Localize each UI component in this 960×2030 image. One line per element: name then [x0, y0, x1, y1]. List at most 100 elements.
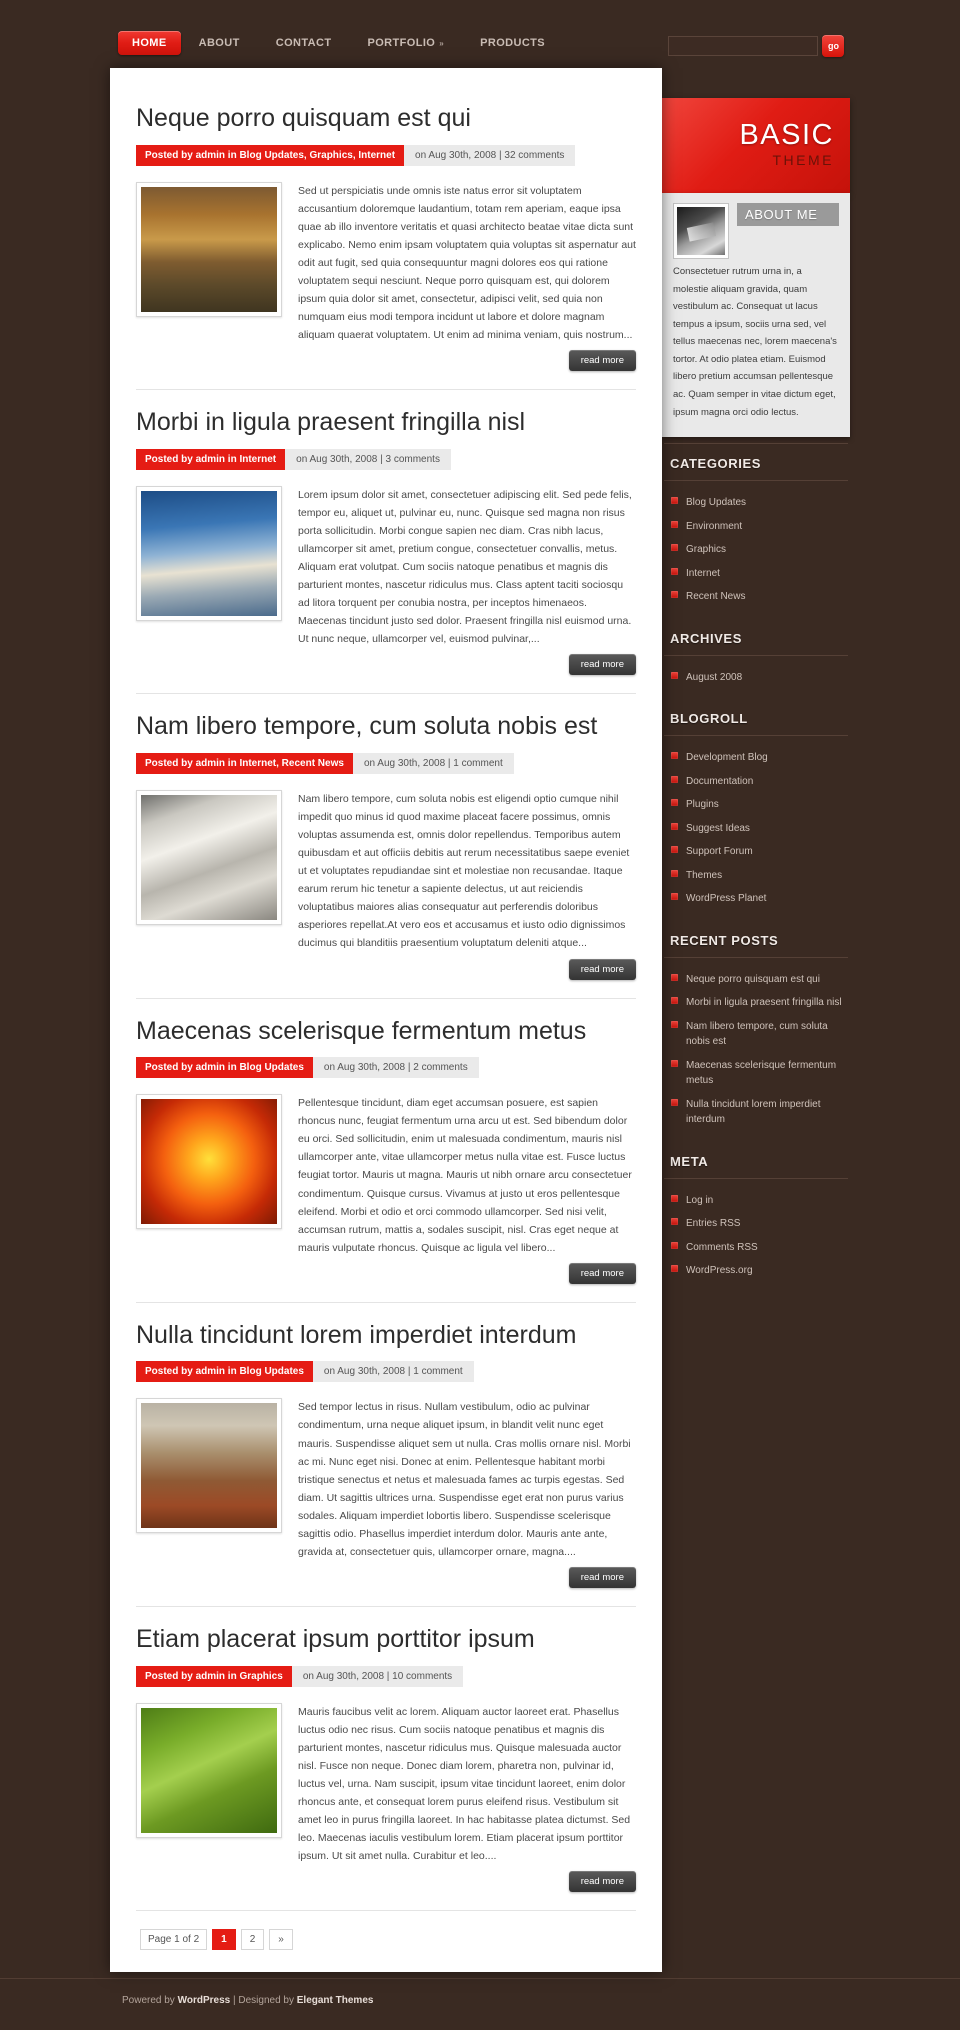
post-meta-author-categories: Posted by admin in Blog Updates, Graphic…	[136, 144, 405, 166]
post-meta-author-categories: Posted by admin in Blog Updates	[136, 1057, 313, 1079]
post-meta: Posted by admin in Blog Updates on Aug 3…	[136, 1361, 636, 1383]
read-more-button[interactable]: read more	[568, 958, 636, 980]
nav-item-label: CONTACT	[275, 37, 332, 49]
about-me-widget: ABOUT ME Consectetuer rutrum urna in, a …	[662, 193, 850, 438]
search-submit-button[interactable]: go	[822, 35, 844, 57]
pagination-page-2[interactable]: 2	[240, 1929, 265, 1951]
footer-prefix: Powered by	[122, 1995, 178, 2007]
post-excerpt: Nam libero tempore, cum soluta nobis est…	[298, 793, 630, 950]
list-item-label: Themes	[686, 869, 723, 881]
list-item-label: Graphics	[686, 544, 727, 556]
post-item: Nulla tincidunt lorem imperdiet interdum…	[136, 1303, 636, 1607]
list-item[interactable]: Themes	[670, 864, 848, 888]
post-item: Morbi in ligula praesent fringilla nisl …	[136, 390, 636, 695]
list-item[interactable]: Maecenas scelerisque fermentum metus	[670, 1054, 848, 1093]
list-item[interactable]: Neque porro quisquam est qui	[670, 968, 848, 992]
read-more-row: read more	[136, 350, 636, 372]
post-meta-date-comments: on Aug 30th, 2008 | 10 comments	[291, 1665, 464, 1687]
list-item[interactable]: Environment	[670, 515, 848, 539]
list-item[interactable]: Development Blog	[670, 746, 848, 770]
post-thumbnail[interactable]	[136, 1702, 282, 1838]
list-item[interactable]: Recent News	[670, 585, 848, 609]
footer-wordpress-link[interactable]: WordPress	[178, 1995, 231, 2006]
read-more-button[interactable]: read more	[568, 1566, 636, 1588]
post-meta-date-comments: on Aug 30th, 2008 | 2 comments	[312, 1057, 479, 1079]
bullet-icon	[671, 544, 678, 552]
post-meta: Posted by admin in Blog Updates, Graphic…	[136, 144, 636, 166]
content-column: Neque porro quisquam est qui Posted by a…	[110, 68, 662, 1973]
post-thumbnail[interactable]	[136, 485, 282, 621]
post-title[interactable]: Maecenas scelerisque fermentum metus	[136, 1017, 636, 1046]
list-item-label: Blog Updates	[686, 497, 747, 509]
nav-item-contact[interactable]: CONTACT	[258, 31, 350, 55]
list-item[interactable]: Nam libero tempore, cum soluta nobis est	[670, 1015, 848, 1054]
post-meta: Posted by admin in Graphics on Aug 30th,…	[136, 1665, 636, 1687]
post-excerpt: Sed tempor lectus in risus. Nullam vesti…	[298, 1401, 631, 1558]
widget-meta: META Log in Entries RSS Comments RSS Wor…	[662, 1142, 850, 1293]
list-item[interactable]: Plugins	[670, 793, 848, 817]
list-item[interactable]: Documentation	[670, 770, 848, 794]
about-me-header: ABOUT ME	[673, 203, 839, 259]
list-item[interactable]: August 2008	[670, 666, 848, 690]
green-dewdrop-leaf-photo	[141, 1707, 277, 1833]
read-more-row: read more	[136, 1262, 636, 1284]
list-item-label: WordPress.org	[686, 1265, 753, 1277]
nav-item-label: ABOUT	[198, 37, 240, 49]
nav-item-label: PORTFOLIO	[367, 37, 436, 49]
nav-item-home[interactable]: HOME	[118, 31, 181, 55]
nav-item-label: HOME	[132, 37, 167, 49]
list-item-label: Suggest Ideas	[686, 822, 750, 834]
post-title[interactable]: Etiam placerat ipsum porttitor ipsum	[136, 1625, 636, 1654]
post-thumbnail[interactable]	[136, 790, 282, 926]
post-item: Etiam placerat ipsum porttitor ipsum Pos…	[136, 1607, 636, 1912]
list-item[interactable]: Comments RSS	[670, 1236, 848, 1260]
read-more-button[interactable]: read more	[568, 654, 636, 676]
list-item-label: Plugins	[686, 799, 719, 811]
bullet-icon	[671, 869, 678, 877]
list-item[interactable]: Graphics	[670, 538, 848, 562]
read-more-button[interactable]: read more	[568, 1262, 636, 1284]
list-item[interactable]: Support Forum	[670, 840, 848, 864]
list-item[interactable]: Blog Updates	[670, 491, 848, 515]
read-more-button[interactable]: read more	[568, 1871, 636, 1893]
post-title[interactable]: Nulla tincidunt lorem imperdiet interdum	[136, 1321, 636, 1350]
widget-archives: ARCHIVES August 2008	[662, 619, 850, 700]
nav-item-portfolio[interactable]: PORTFOLIO»	[349, 31, 462, 55]
list-item[interactable]: Nulla tincidunt lorem imperdiet interdum	[670, 1093, 848, 1132]
pagination-next-button[interactable]: »	[269, 1929, 293, 1951]
read-more-row: read more	[136, 654, 636, 676]
search-input[interactable]	[668, 36, 818, 56]
list-item[interactable]: Log in	[670, 1189, 848, 1213]
site-logo[interactable]: BASIC THEME	[662, 98, 850, 193]
widget-title: ARCHIVES	[664, 619, 848, 656]
nav-item-about[interactable]: ABOUT	[181, 31, 258, 55]
list-item[interactable]: Suggest Ideas	[670, 817, 848, 841]
footer: Powered by WordPress | Designed by Elega…	[110, 1979, 850, 2030]
list-item[interactable]: WordPress.org	[670, 1259, 848, 1283]
list-item[interactable]: Internet	[670, 562, 848, 586]
pagination-page-1[interactable]: 1	[212, 1929, 236, 1951]
widget-title: RECENT POSTS	[664, 921, 848, 958]
nav-item-products[interactable]: PRODUCTS	[462, 31, 563, 55]
post-title[interactable]: Morbi in ligula praesent fringilla nisl	[136, 408, 636, 437]
post-meta-author-categories: Posted by admin in Blog Updates	[136, 1361, 313, 1383]
post-meta-date-comments: on Aug 30th, 2008 | 3 comments	[285, 448, 451, 470]
autumn-road-photo	[141, 186, 277, 312]
post-thumbnail[interactable]	[136, 1398, 282, 1534]
post-body: Sed tempor lectus in risus. Nullam vesti…	[136, 1398, 636, 1560]
list-item[interactable]: Entries RSS	[670, 1212, 848, 1236]
post-thumbnail[interactable]	[136, 181, 282, 317]
list-item[interactable]: Morbi in ligula praesent fringilla nisl	[670, 991, 848, 1015]
list-item[interactable]: WordPress Planet	[670, 887, 848, 911]
list-item-label: Development Blog	[686, 752, 768, 764]
post-thumbnail[interactable]	[136, 1094, 282, 1230]
widget-title: BLOGROLL	[664, 699, 848, 737]
post-title[interactable]: Nam libero tempore, cum soluta nobis est	[136, 712, 636, 741]
sunbeam-clouds-photo	[141, 490, 277, 616]
read-more-button[interactable]: read more	[568, 350, 636, 372]
footer-designer-link[interactable]: Elegant Themes	[297, 1995, 374, 2006]
read-more-row: read more	[136, 958, 636, 980]
post-meta-date-comments: on Aug 30th, 2008 | 1 comment	[312, 1361, 474, 1383]
post-title[interactable]: Neque porro quisquam est qui	[136, 104, 636, 133]
post-meta-author-categories: Posted by admin in Internet	[136, 448, 286, 470]
